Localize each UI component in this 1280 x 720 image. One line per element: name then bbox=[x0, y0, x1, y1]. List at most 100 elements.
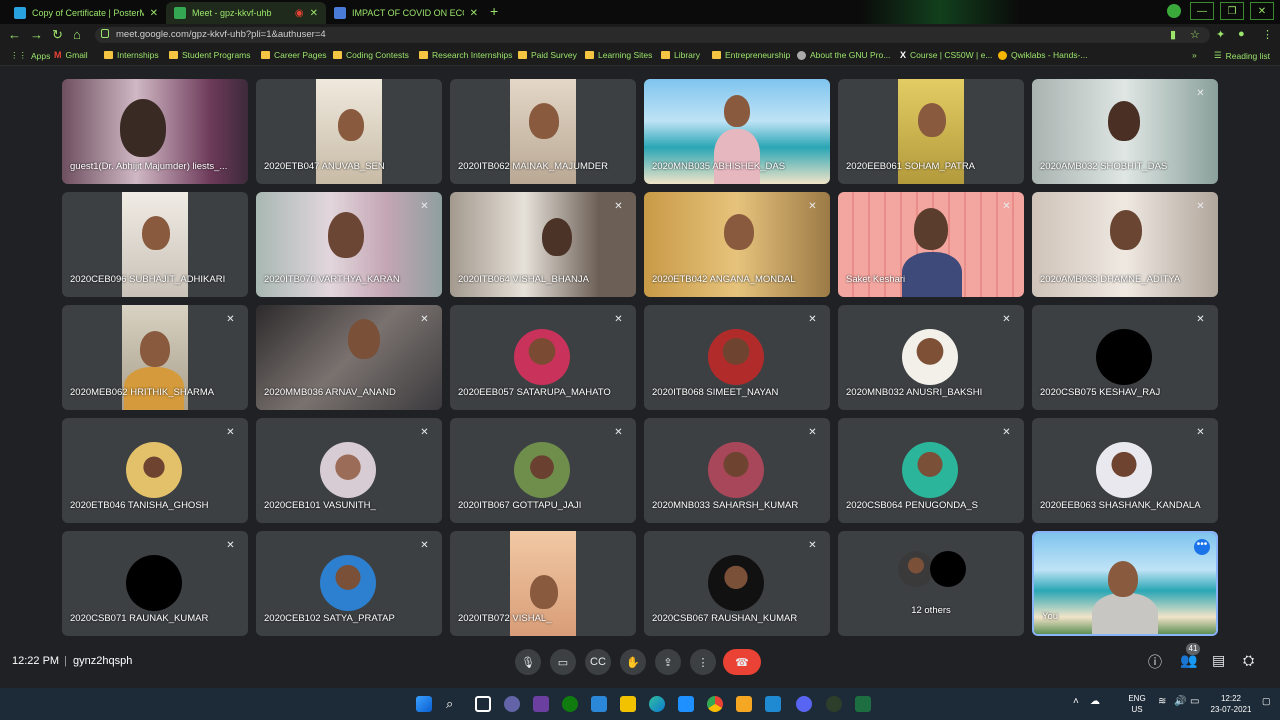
close-window-button[interactable]: ✕ bbox=[1250, 2, 1274, 20]
new-tab-button[interactable]: + bbox=[490, 3, 498, 19]
participant-tile[interactable]: ✕ 2020MEB062 HRITHIK_SHARMA bbox=[62, 305, 248, 410]
tab-certificate[interactable]: Copy of Certificate | PosterMyWa ✕ bbox=[6, 2, 166, 24]
tab-impact-of-covid[interactable]: IMPACT OF COVID ON ECONOMY ✕ bbox=[326, 2, 486, 24]
participant-tile[interactable]: ✕ 2020CSB067 RAUSHAN_KUMAR bbox=[644, 531, 830, 636]
participant-tile[interactable]: ✕ 2020EEB057 SATARUPA_MAHATO bbox=[450, 305, 636, 410]
start-icon[interactable] bbox=[416, 696, 432, 712]
vscode-icon[interactable] bbox=[765, 696, 781, 712]
battery-icon[interactable]: ▭ bbox=[1190, 696, 1206, 712]
bookmark-career-pages[interactable]: Career Pages bbox=[261, 50, 326, 60]
close-icon[interactable]: ✕ bbox=[470, 8, 478, 19]
notifications-icon[interactable]: ▢ bbox=[1262, 696, 1278, 712]
raise-hand-button[interactable]: ✋ bbox=[620, 649, 646, 675]
camera-button[interactable]: ▭ bbox=[550, 649, 576, 675]
maximize-button[interactable]: ❐ bbox=[1220, 2, 1244, 20]
chrome-profile-icon[interactable] bbox=[826, 696, 842, 712]
search-icon[interactable]: ⌕ bbox=[446, 696, 462, 712]
bookmark-entrepreneurship[interactable]: Entrepreneurship bbox=[712, 50, 790, 60]
close-icon[interactable]: ✕ bbox=[150, 8, 158, 19]
participant-tile[interactable]: ✕ 2020ITB068 SIMEET_NAYAN bbox=[644, 305, 830, 410]
close-icon[interactable]: ✕ bbox=[310, 8, 318, 19]
bookmark-research-internships[interactable]: Research Internships bbox=[419, 50, 512, 60]
forward-arrow-icon[interactable]: → bbox=[30, 27, 43, 42]
microphone-button[interactable]: 🎙 bbox=[515, 649, 541, 675]
profile-avatar-icon[interactable]: ● bbox=[1238, 28, 1245, 40]
xbox-icon[interactable] bbox=[562, 696, 578, 712]
leave-call-button[interactable]: ☎ bbox=[723, 649, 761, 675]
bookmark-internships[interactable]: Internships bbox=[104, 50, 159, 60]
chat-icon[interactable]: ▤ bbox=[1212, 652, 1225, 669]
tab-meet[interactable]: Meet - gpz-kkvf-uhb ◉ ✕ bbox=[166, 2, 326, 24]
present-button[interactable]: ⇪ bbox=[655, 649, 681, 675]
excel-icon[interactable] bbox=[855, 696, 871, 712]
chevron-up-icon[interactable]: ˄ bbox=[1073, 696, 1089, 712]
lock-icon[interactable] bbox=[101, 29, 109, 38]
participant-tile[interactable]: ✕ 2020AMB032 SHOBHIT_DAS bbox=[1032, 79, 1218, 184]
activities-icon[interactable]: ⛭ bbox=[1243, 652, 1254, 669]
participant-tile[interactable]: ✕ 2020AMB033 DHAMNE_ADITYA bbox=[1032, 192, 1218, 297]
mail-icon[interactable] bbox=[591, 696, 607, 712]
participant-tile[interactable]: 2020ITB062 MAINAK_MAJUMDER bbox=[450, 79, 636, 184]
volume-icon[interactable]: 🔊 bbox=[1174, 696, 1190, 712]
taskbar-date[interactable]: 23-07-2021 bbox=[1206, 705, 1256, 714]
bookmark-paid-survey[interactable]: Paid Survey bbox=[518, 50, 577, 60]
participant-tile[interactable]: ✕ 2020MNB033 SAHARSH_KUMAR bbox=[644, 418, 830, 523]
captions-button[interactable]: CC bbox=[585, 649, 611, 675]
app-icon[interactable] bbox=[533, 696, 549, 712]
bookmark-gmail[interactable]: M Gmail bbox=[54, 50, 88, 60]
profile-icon[interactable] bbox=[1167, 4, 1181, 18]
bookmark-library[interactable]: Library bbox=[661, 50, 700, 60]
participant-tile[interactable]: ✕ 2020ETB042 ANGANA_MONDAL bbox=[644, 192, 830, 297]
participant-tile[interactable]: ✕ 2020ITB070 VARTHYA_KARAN bbox=[256, 192, 442, 297]
participant-tile[interactable]: guest1(Dr. Abhijit Majumder) liests_... bbox=[62, 79, 248, 184]
participant-tile[interactable]: ✕ 2020CSB075 KESHAV_RAJ bbox=[1032, 305, 1218, 410]
task-view-icon[interactable] bbox=[475, 696, 491, 712]
bookmark-apps[interactable]: ⋮⋮ Apps bbox=[10, 50, 50, 61]
participant-tile[interactable]: ✕ 2020ETB046 TANISHA_GHOSH bbox=[62, 418, 248, 523]
wifi-icon[interactable]: ≋ bbox=[1158, 696, 1174, 712]
participant-tile[interactable]: ✕ 2020MMB036 ARNAV_ANAND bbox=[256, 305, 442, 410]
reload-icon[interactable]: ↻ bbox=[52, 27, 63, 43]
meeting-details-icon[interactable]: ⓘ bbox=[1148, 652, 1162, 672]
bookmark-about-gnu[interactable]: About the GNU Pro... bbox=[797, 50, 890, 60]
bookmark-coding-contests[interactable]: Coding Contests bbox=[333, 50, 409, 60]
extensions-icon[interactable]: ✦ bbox=[1216, 28, 1225, 41]
participant-tile[interactable]: ✕ 2020ITB067 GOTTAPU_JAJI bbox=[450, 418, 636, 523]
chrome-icon[interactable] bbox=[707, 696, 723, 712]
participant-tile[interactable]: 2020CEB096 SUBHAJIT_ADHIKARI bbox=[62, 192, 248, 297]
participant-tile[interactable]: ✕ Saket Keshari bbox=[838, 192, 1024, 297]
more-options-button[interactable]: ⋮ bbox=[690, 649, 716, 675]
reading-list-button[interactable]: ☰ Reading list bbox=[1214, 50, 1270, 61]
bookmark-qwiklabs[interactable]: Qwiklabs - Hands-... bbox=[998, 50, 1088, 60]
participant-tile[interactable]: ✕ 2020CSB071 RAUNAK_KUMAR bbox=[62, 531, 248, 636]
bookmark-learning-sites[interactable]: Learning Sites bbox=[585, 50, 652, 60]
taskbar-time[interactable]: 12:22 bbox=[1206, 694, 1256, 703]
back-arrow-icon[interactable]: ← bbox=[8, 27, 21, 42]
region-indicator[interactable]: US bbox=[1124, 705, 1150, 714]
self-view-tile[interactable]: ••• You bbox=[1032, 531, 1218, 636]
teams-chat-icon[interactable] bbox=[504, 696, 520, 712]
participant-tile[interactable]: 2020MNB035 ABHISHEK_DAS bbox=[644, 79, 830, 184]
more-options-icon[interactable]: ••• bbox=[1194, 539, 1210, 555]
participant-tile[interactable]: ✕ 2020ITB064 VISHAL_BHANJA bbox=[450, 192, 636, 297]
participant-tile[interactable]: ✕ 2020EEB063 SHASHANK_KANDALA bbox=[1032, 418, 1218, 523]
home-icon[interactable]: ⌂ bbox=[73, 27, 81, 42]
participant-tile[interactable]: 2020ETB047 ANUVAB_SEN bbox=[256, 79, 442, 184]
url-text[interactable]: meet.google.com/gpz-kkvf-uhb?pli=1&authu… bbox=[116, 29, 326, 40]
participant-tile[interactable]: ✕ 2020MNB032 ANUSRI_BAKSHI bbox=[838, 305, 1024, 410]
others-tile[interactable]: 12 others bbox=[838, 531, 1024, 636]
sublime-icon[interactable] bbox=[736, 696, 752, 712]
bookmark-cs50w[interactable]: X Course | CS50W | e... bbox=[900, 50, 992, 60]
menu-dots-icon[interactable]: ⋮ bbox=[1262, 28, 1273, 41]
edge-icon[interactable] bbox=[649, 696, 665, 712]
language-indicator[interactable]: ENG bbox=[1124, 694, 1150, 703]
participant-tile[interactable]: ✕ 2020CEB102 SATYA_PRATAP bbox=[256, 531, 442, 636]
star-icon[interactable]: ☆ bbox=[1190, 28, 1200, 41]
participant-tile[interactable]: 2020EEB061 SOHAM_PATRA bbox=[838, 79, 1024, 184]
participant-tile[interactable]: ✕ 2020CSB064 PENUGONDA_S bbox=[838, 418, 1024, 523]
minimize-button[interactable]: — bbox=[1190, 2, 1214, 20]
discord-icon[interactable] bbox=[796, 696, 812, 712]
participant-tile[interactable]: ✕ 2020CEB101 VASUNITH_ bbox=[256, 418, 442, 523]
app-icon[interactable] bbox=[678, 696, 694, 712]
bookmarks-overflow-button[interactable]: » bbox=[1192, 50, 1197, 60]
